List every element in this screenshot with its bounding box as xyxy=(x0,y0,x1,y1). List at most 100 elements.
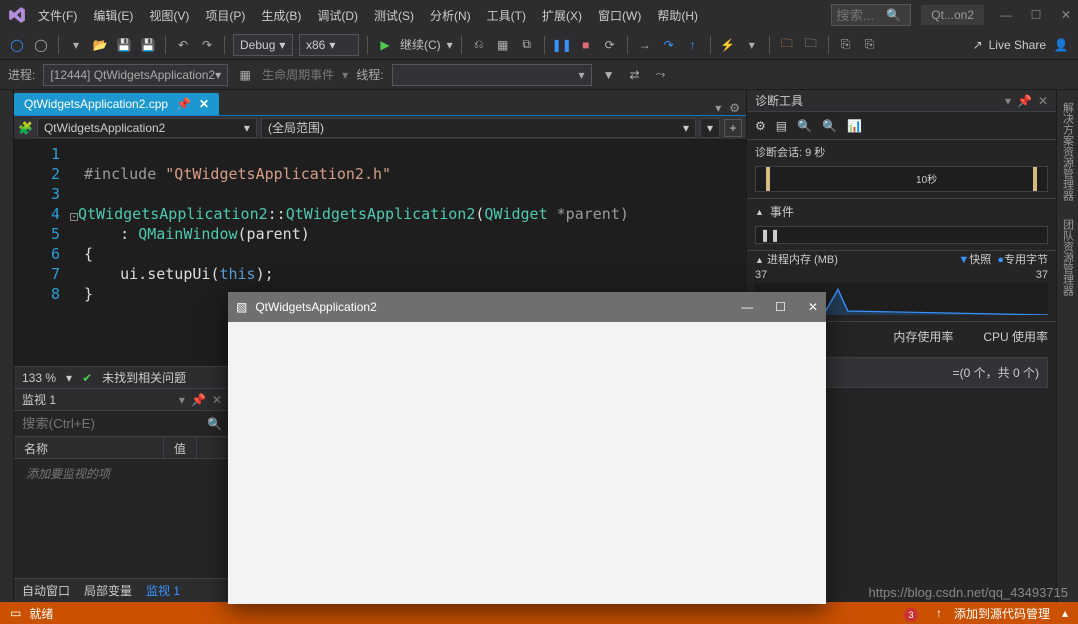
step-over-icon[interactable]: ↷ xyxy=(660,36,678,54)
tb-tool1-icon[interactable]: ⚡ xyxy=(719,36,737,54)
undo-icon[interactable]: ↶ xyxy=(174,36,192,54)
continue-label[interactable]: 继续(C) xyxy=(400,36,441,53)
config-combo[interactable]: Debug▾ xyxy=(233,34,293,56)
vtab-solution-explorer[interactable]: 解决方案资源管理器 xyxy=(1058,94,1078,209)
restart-icon[interactable]: ⟳ xyxy=(601,36,619,54)
watch-search-input[interactable] xyxy=(22,416,199,431)
menu-window[interactable]: 窗口(W) xyxy=(592,3,647,28)
thread-combo[interactable]: ▾ xyxy=(392,64,592,86)
filter3-icon[interactable]: ⤳ xyxy=(652,66,670,84)
events-strip[interactable]: ❚❚ xyxy=(755,226,1048,244)
zoom-in-icon[interactable]: 🔍 xyxy=(797,119,812,133)
diag-events: ▲事件 ❚❚ xyxy=(747,199,1056,251)
breadcrumb-member[interactable]: (全局范围)▾ xyxy=(261,118,696,138)
tab-overflow-icon[interactable]: ▾ xyxy=(715,101,721,115)
quick-search-input[interactable] xyxy=(836,8,886,23)
add-source-control[interactable]: 添加到源代码管理 xyxy=(954,605,1050,622)
tab-settings-icon[interactable]: ⚙ xyxy=(729,101,740,115)
open-folder-icon[interactable]: 📂 xyxy=(91,36,109,54)
zoom-level[interactable]: 133 % xyxy=(22,371,56,385)
vtab-team-explorer[interactable]: 团队资源管理器 xyxy=(1058,211,1078,304)
step-out-icon[interactable]: ↑ xyxy=(684,36,702,54)
app-maximize-button[interactable]: ☐ xyxy=(775,300,786,314)
save-icon[interactable]: 💾 xyxy=(115,36,133,54)
panel-close-icon[interactable]: ✕ xyxy=(1038,94,1048,108)
menu-extensions[interactable]: 扩展(X) xyxy=(536,3,588,28)
running-app-window[interactable]: ▧ QtWidgetsApplication2 — ☐ ✕ xyxy=(228,292,826,604)
menu-help[interactable]: 帮助(H) xyxy=(651,3,704,28)
menu-build[interactable]: 生成(B) xyxy=(255,3,307,28)
step-into-icon[interactable]: → xyxy=(636,36,654,54)
chart-icon[interactable]: 📊 xyxy=(847,119,862,133)
panel-dropdown-icon[interactable]: ▾ xyxy=(179,393,185,407)
watch-search[interactable]: 🔍 xyxy=(14,411,230,437)
breadcrumb-scope[interactable]: QtWidgetsApplication2▾ xyxy=(37,118,257,138)
menu-edit[interactable]: 编辑(E) xyxy=(87,3,139,28)
tb-misc2-icon[interactable]: ▦ xyxy=(494,36,512,54)
menu-project[interactable]: 项目(P) xyxy=(199,3,251,28)
filter2-icon[interactable]: ⇄ xyxy=(626,66,644,84)
tab-close-icon[interactable]: ✕ xyxy=(199,97,209,111)
pin-icon[interactable]: 📌 xyxy=(176,97,191,111)
thread-label: 线程: xyxy=(356,66,383,83)
zoom-out-icon[interactable]: 🔍 xyxy=(822,119,837,133)
search-icon[interactable]: 🔍 xyxy=(207,417,222,431)
tab-autos[interactable]: 自动窗口 xyxy=(22,582,70,599)
watch-columns: 名称 值 xyxy=(14,437,230,459)
menu-test[interactable]: 测试(S) xyxy=(368,3,420,28)
tab-locals[interactable]: 局部变量 xyxy=(84,582,132,599)
menu-analyze[interactable]: 分析(N) xyxy=(424,3,477,28)
tb-misc1-icon[interactable]: ⎌ xyxy=(470,36,488,54)
app-client-area[interactable] xyxy=(228,322,826,604)
split-editor-icon[interactable]: + xyxy=(724,119,742,137)
app-minimize-button[interactable]: — xyxy=(741,300,753,314)
menu-debug[interactable]: 调试(D) xyxy=(311,3,364,28)
editor-tab-active[interactable]: QtWidgetsApplication2.cpp 📌 ✕ xyxy=(14,93,219,115)
watch-placeholder[interactable]: 添加要监视的项 xyxy=(14,459,230,578)
col-name[interactable]: 名称 xyxy=(14,437,164,458)
continue-icon[interactable]: ▶ xyxy=(376,36,394,54)
select-tools-icon[interactable]: ▤ xyxy=(776,119,787,133)
new-item-icon[interactable]: ▾ xyxy=(67,36,85,54)
maximize-button[interactable]: ☐ xyxy=(1030,8,1042,22)
app-close-button[interactable]: ✕ xyxy=(808,300,818,314)
redo-icon[interactable]: ↷ xyxy=(198,36,216,54)
lifecycle-icon[interactable]: ▦ xyxy=(236,66,254,84)
panel-close-icon[interactable]: ✕ xyxy=(212,393,222,407)
nav-fwd-icon[interactable]: ◯ xyxy=(32,36,50,54)
tb-tool3-icon[interactable]: 🗀 xyxy=(778,36,796,54)
breadcrumb-dropdown[interactable]: ▾ xyxy=(700,118,720,138)
filter1-icon[interactable]: ▼ xyxy=(600,66,618,84)
platform-combo[interactable]: x86▾ xyxy=(299,34,359,56)
save-all-icon[interactable]: 💾 xyxy=(139,36,157,54)
pause-marker-icon: ❚❚ xyxy=(760,228,780,242)
nav-back-icon[interactable]: ◯ xyxy=(8,36,26,54)
menu-file[interactable]: 文件(F) xyxy=(32,3,83,28)
pause-icon[interactable]: ❚❚ xyxy=(553,36,571,54)
tb-tool6-icon[interactable]: ⎘ xyxy=(861,36,879,54)
quick-search[interactable]: 🔍 xyxy=(831,4,911,26)
tb-tool4-icon[interactable]: 🗀 xyxy=(802,36,820,54)
tab-watch1[interactable]: 监视 1 xyxy=(146,582,180,599)
minimize-button[interactable]: — xyxy=(1000,8,1012,22)
live-share-button[interactable]: ↗ Live Share 👤 xyxy=(973,36,1070,54)
menu-view[interactable]: 视图(V) xyxy=(143,3,195,28)
source-control-icon[interactable]: ↑ xyxy=(936,606,942,620)
menu-tools[interactable]: 工具(T) xyxy=(481,3,532,28)
panel-pin-icon[interactable]: 📌 xyxy=(1017,94,1032,108)
editor-tab-bar: QtWidgetsApplication2.cpp 📌 ✕ ▾ ⚙ xyxy=(14,90,746,116)
app-titlebar[interactable]: ▧ QtWidgetsApplication2 — ☐ ✕ xyxy=(228,292,826,322)
process-combo[interactable]: [12444] QtWidgetsApplication2▾ xyxy=(43,64,228,86)
panel-pin-icon[interactable]: 📌 xyxy=(191,393,206,407)
timeline-strip[interactable]: 10秒 xyxy=(755,166,1048,192)
tb-tool5-icon[interactable]: ⎘ xyxy=(837,36,855,54)
col-value[interactable]: 值 xyxy=(164,437,197,458)
tb-misc3-icon[interactable]: ⧉ xyxy=(518,36,536,54)
line-numbers: 1 2 3 4 5 6 7 8 xyxy=(14,140,84,366)
panel-dropdown-icon[interactable]: ▾ xyxy=(1005,94,1011,108)
close-button[interactable]: ✕ xyxy=(1060,8,1072,22)
gear-icon[interactable]: ⚙ xyxy=(755,119,766,133)
feedback-icon[interactable]: 👤 xyxy=(1052,36,1070,54)
tb-tool2-icon[interactable]: ▾ xyxy=(743,36,761,54)
stop-icon[interactable]: ■ xyxy=(577,36,595,54)
